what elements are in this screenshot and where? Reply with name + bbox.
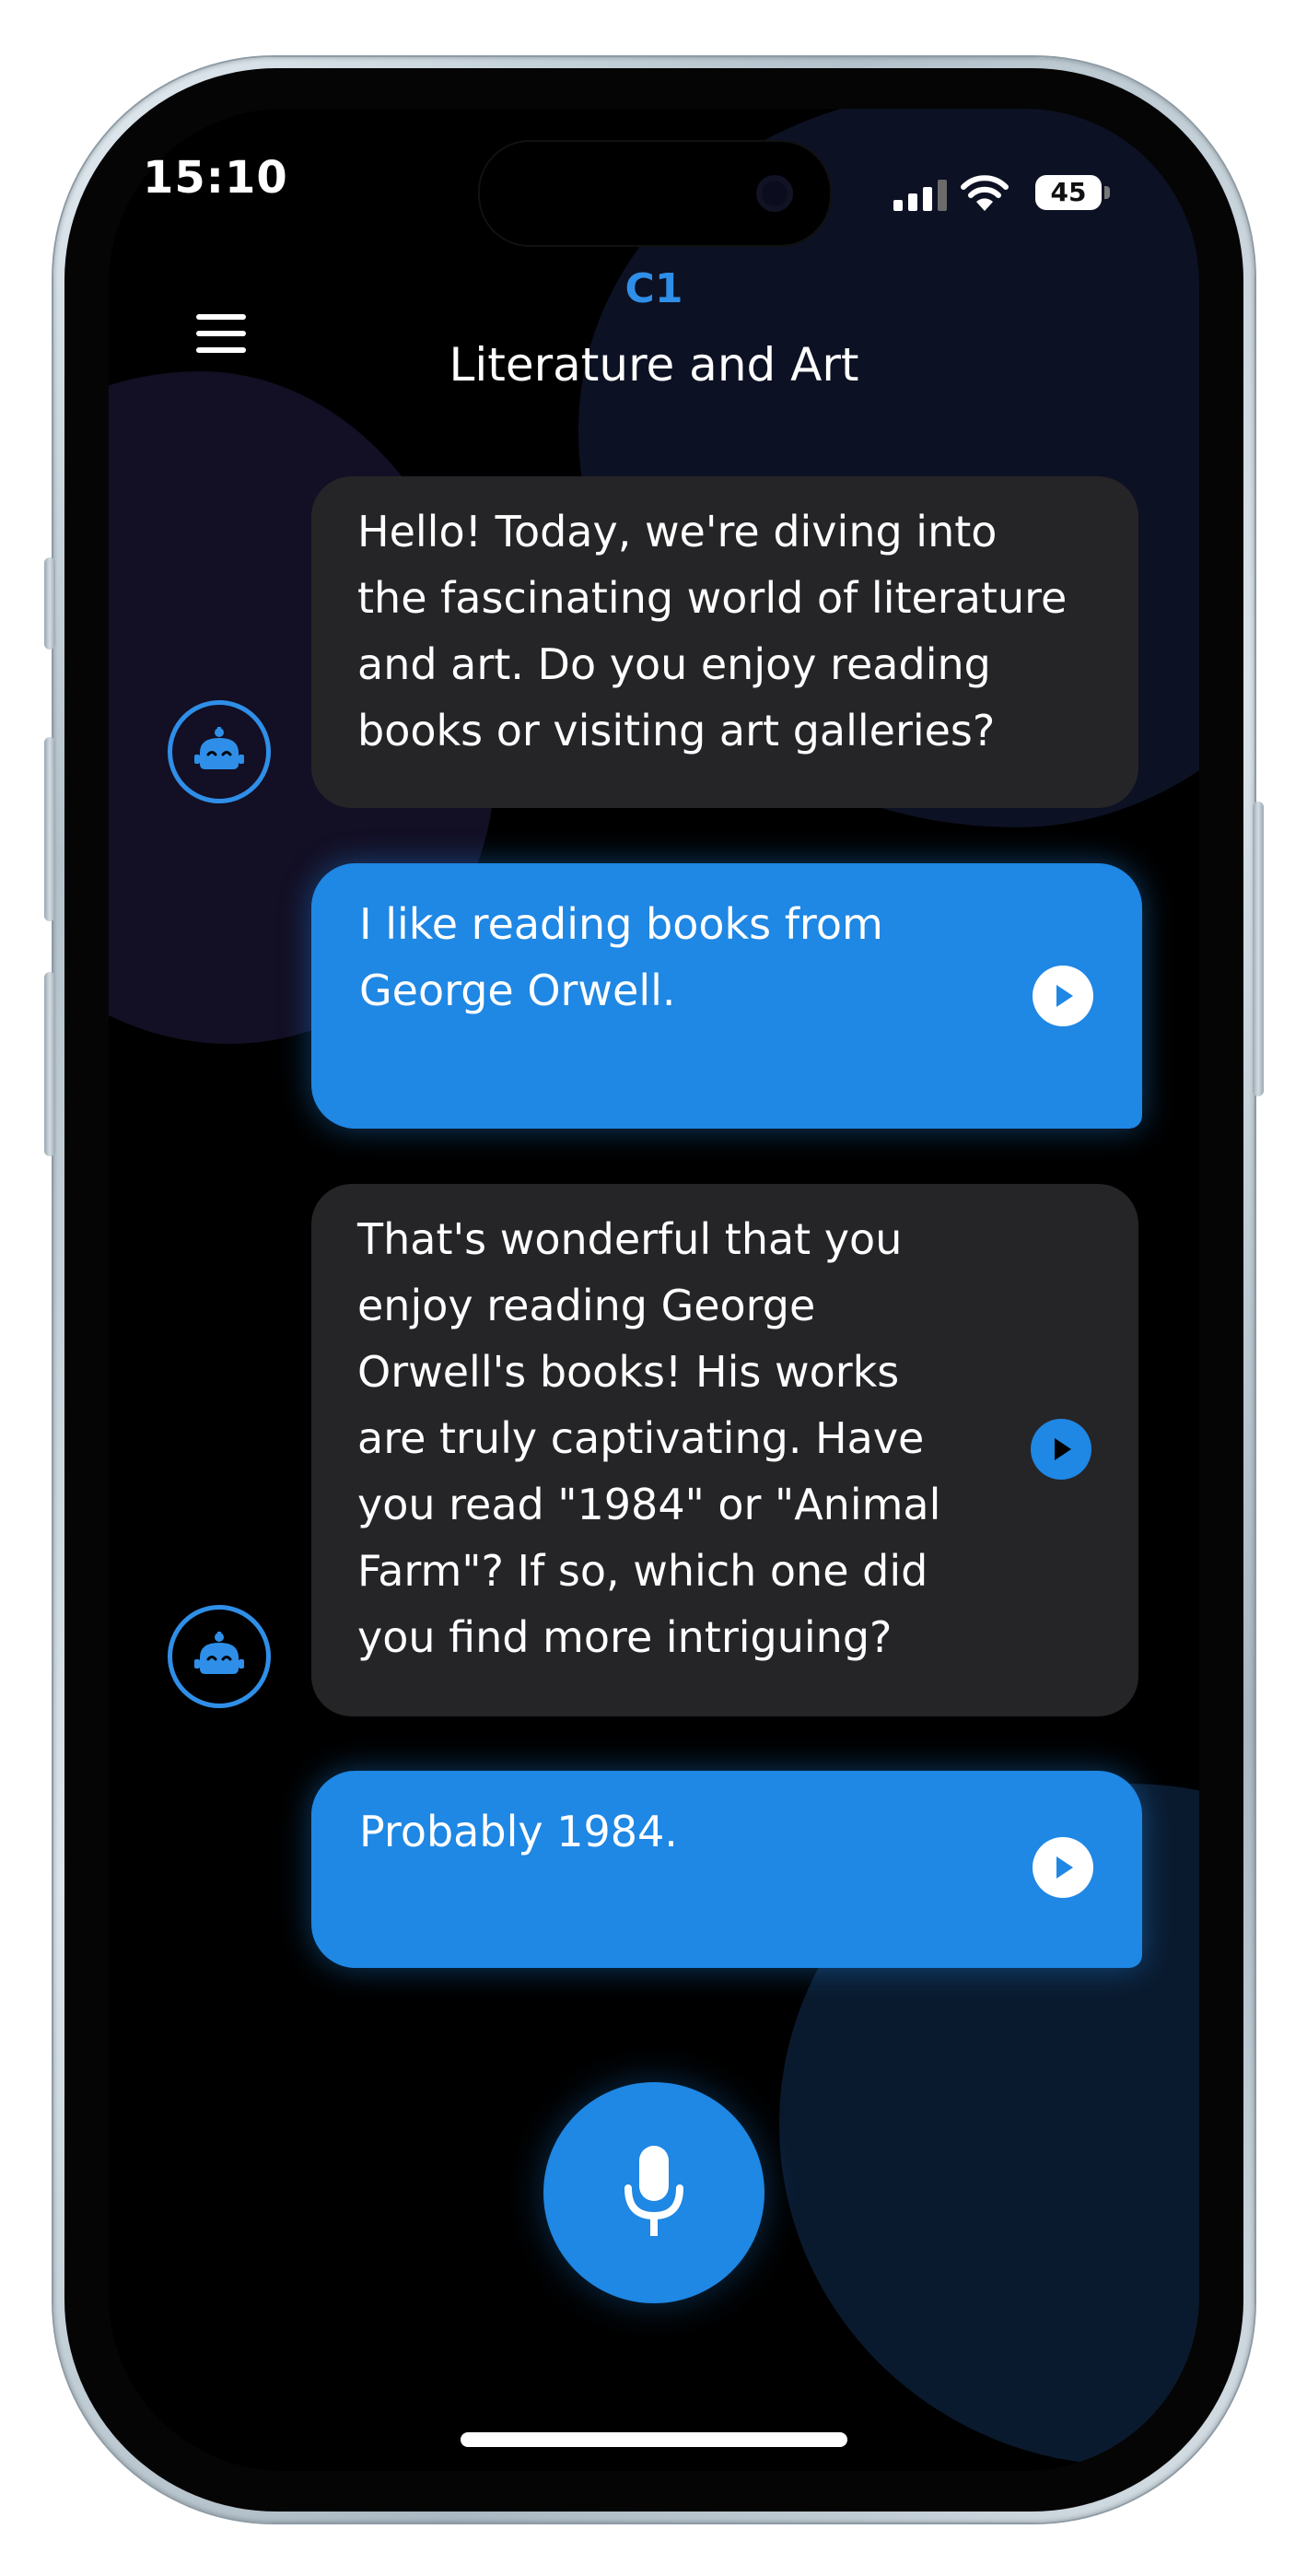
battery-level: 45 — [1050, 177, 1087, 207]
level-label: C1 — [624, 265, 683, 312]
microphone-button[interactable] — [543, 2082, 764, 2303]
volume-down-button — [44, 972, 55, 1156]
message-line: enjoy reading George — [357, 1281, 816, 1330]
user-message: I like reading books from George Orwell. — [311, 863, 1142, 1129]
user-message: Probably 1984. — [311, 1771, 1142, 1968]
wifi-icon — [961, 175, 1009, 211]
battery-indicator: 45 — [1035, 175, 1102, 210]
status-time: 15:10 — [143, 152, 288, 204]
message-line: are truly captivating. Have — [357, 1413, 925, 1463]
volume-up-button — [44, 737, 55, 921]
message-line: books or visiting art galleries? — [357, 706, 996, 755]
message-line: and art. Do you enjoy reading — [357, 639, 991, 689]
dynamic-island — [478, 140, 832, 247]
hamburger-menu-icon[interactable] — [189, 309, 253, 364]
message-line: I like reading books from — [359, 899, 883, 949]
power-button — [1253, 802, 1264, 1096]
home-indicator[interactable] — [461, 2432, 847, 2447]
cellular-signal-icon — [893, 180, 949, 211]
battery-cap — [1104, 186, 1110, 199]
action-button — [44, 557, 55, 650]
bot-message: That's wonderful that you enjoy reading … — [311, 1184, 1138, 1716]
robot-icon — [168, 700, 271, 803]
robot-icon — [168, 1605, 271, 1708]
play-icon[interactable] — [1031, 1419, 1091, 1480]
bot-message: Hello! Today, we're diving into the fasc… — [311, 476, 1138, 808]
message-line: Probably 1984. — [359, 1807, 678, 1856]
message-line: Farm"? If so, which one did — [357, 1546, 928, 1596]
front-camera — [756, 175, 793, 212]
message-line: That's wonderful that you — [357, 1214, 903, 1264]
play-icon[interactable] — [1033, 966, 1093, 1026]
microphone-icon — [624, 2146, 683, 2236]
message-line: you read "1984" or "Animal — [357, 1480, 941, 1529]
message-line: George Orwell. — [359, 966, 676, 1015]
message-line: Orwell's books! His works — [357, 1347, 900, 1397]
play-icon[interactable] — [1033, 1837, 1093, 1898]
message-line: the fascinating world of literature — [357, 573, 1068, 623]
message-line: you find more intriguing? — [357, 1612, 893, 1662]
message-line: Hello! Today, we're diving into — [357, 507, 998, 556]
topic-title: Literature and Art — [449, 338, 859, 392]
